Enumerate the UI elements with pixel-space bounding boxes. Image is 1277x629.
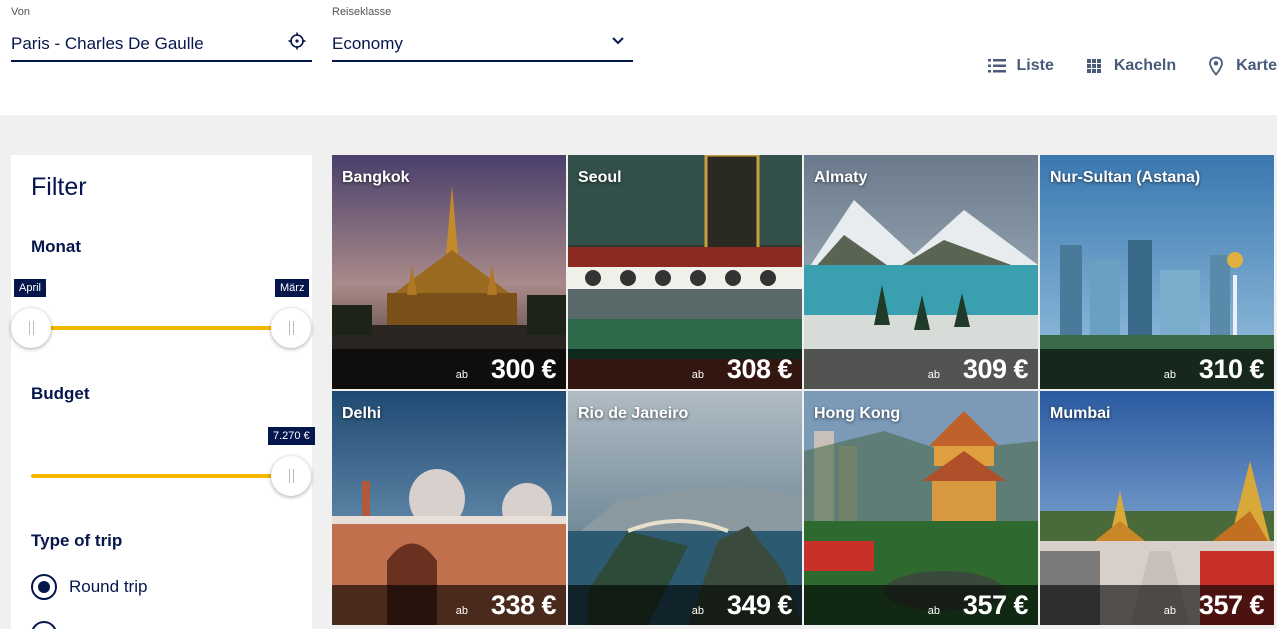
destination-name: Hong Kong <box>814 405 901 422</box>
map-pin-icon <box>1209 56 1223 76</box>
month-min-tag: April <box>14 279 47 297</box>
trip-type-title: Type of trip <box>31 531 123 550</box>
filter-title: Filter <box>31 173 87 201</box>
destination-tile-hong-kong[interactable]: Hong Kong ab 357 € <box>804 391 1038 625</box>
class-label: Reiseklasse <box>332 6 392 18</box>
view-map-label: Karte <box>1236 57 1277 74</box>
price-prefix: ab <box>455 605 468 617</box>
destination-name: Seoul <box>578 169 622 186</box>
price-prefix: ab <box>691 369 704 381</box>
destination-price: 300 € <box>490 354 557 384</box>
destination-tile-delhi[interactable]: Delhi ab 338 € <box>332 391 566 625</box>
price-prefix: ab <box>455 369 468 381</box>
view-list-button[interactable]: Liste <box>987 56 1054 76</box>
month-max-handle[interactable] <box>271 308 311 348</box>
search-bar: Von Paris - Charles De Gaulle Reiseklass… <box>0 0 1277 115</box>
price-prefix: ab <box>927 605 940 617</box>
grid-icon <box>1086 59 1101 73</box>
class-value: Economy <box>332 34 403 53</box>
destination-name: Almaty <box>814 169 868 186</box>
radio-unselected-icon <box>31 621 57 629</box>
destination-grid: Bangkok ab 300 € Seoul ab 308 € Almaty a… <box>332 155 1277 629</box>
destination-tile-bangkok[interactable]: Bangkok ab 300 € <box>332 155 566 389</box>
budget-max-tag: 7.270 € <box>268 427 315 445</box>
destination-name: Bangkok <box>342 169 410 186</box>
destination-tile-mumbai[interactable]: Mumbai ab 357 € <box>1040 391 1274 625</box>
locate-icon[interactable] <box>288 32 306 50</box>
view-tiles-button[interactable]: Kacheln <box>1084 56 1176 76</box>
radio-selected-icon <box>31 574 57 600</box>
price-prefix: ab <box>927 369 940 381</box>
price-prefix: ab <box>1163 605 1176 617</box>
from-label: Von <box>11 6 30 18</box>
destination-price: 308 € <box>726 354 793 384</box>
destination-price: 349 € <box>726 590 793 620</box>
destination-price: 338 € <box>490 590 557 620</box>
view-tiles-label: Kacheln <box>1113 57 1177 74</box>
budget-title: Budget <box>31 384 90 403</box>
view-list-label: Liste <box>1016 57 1054 74</box>
destination-tile-nur-sultan[interactable]: Nur-Sultan (Astana) ab 310 € <box>1040 155 1274 389</box>
budget-handle[interactable] <box>271 456 311 496</box>
destination-name: Rio de Janeiro <box>578 405 689 422</box>
month-min-handle[interactable] <box>11 308 51 348</box>
view-map-button[interactable]: Karte <box>1206 56 1277 76</box>
budget-slider-track <box>31 474 291 478</box>
destination-price: 309 € <box>962 354 1029 384</box>
price-prefix: ab <box>1163 369 1176 381</box>
list-icon <box>987 59 1006 73</box>
class-select[interactable]: Economy <box>332 28 633 62</box>
destination-tile-rio-de-janeiro[interactable]: Rio de Janeiro ab 349 € <box>568 391 802 625</box>
round-trip-radio[interactable]: Round trip <box>31 574 147 600</box>
chevron-down-icon <box>612 37 624 45</box>
round-trip-label: Round trip <box>69 577 148 596</box>
from-value: Paris - Charles De Gaulle <box>11 34 204 53</box>
from-input[interactable]: Paris - Charles De Gaulle <box>11 28 312 62</box>
month-title: Monat <box>31 237 82 256</box>
destination-tile-almaty[interactable]: Almaty ab 309 € <box>804 155 1038 389</box>
destination-price: 310 € <box>1198 354 1265 384</box>
destination-name: Mumbai <box>1050 405 1111 422</box>
price-prefix: ab <box>691 605 704 617</box>
month-max-tag: März <box>275 279 310 297</box>
destination-price: 357 € <box>962 590 1029 620</box>
filter-panel: Filter Monat April März Budget 7.270 € T… <box>11 155 315 629</box>
destination-name: Nur-Sultan (Astana) <box>1050 169 1201 186</box>
destination-price: 357 € <box>1198 590 1265 620</box>
month-slider-track <box>31 326 291 330</box>
view-switcher: Liste Kacheln Karte <box>957 55 1277 77</box>
destination-name: Delhi <box>342 405 382 422</box>
second-trip-radio[interactable] <box>31 621 69 629</box>
destination-tile-seoul[interactable]: Seoul ab 308 € <box>568 155 802 389</box>
